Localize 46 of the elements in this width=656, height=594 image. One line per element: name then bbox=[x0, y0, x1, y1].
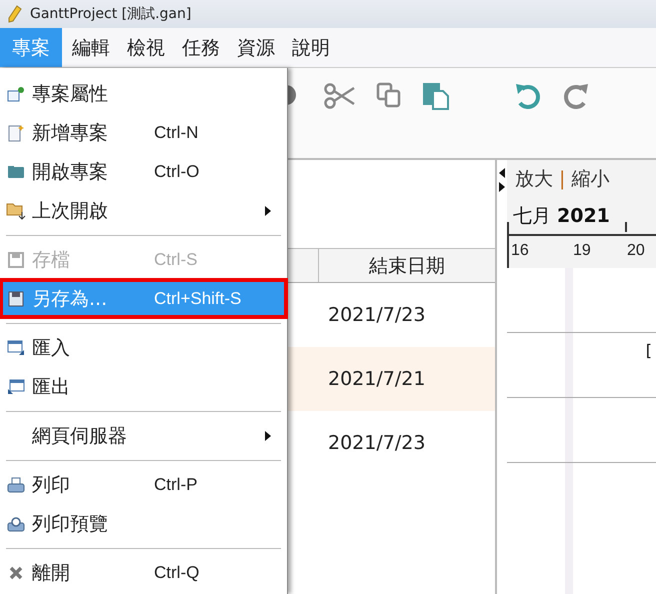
new-document-icon bbox=[8, 124, 24, 142]
paste-icon[interactable] bbox=[422, 82, 450, 110]
menu-item[interactable]: 匯出 bbox=[0, 367, 287, 406]
menu-item[interactable]: 任務 bbox=[175, 28, 227, 67]
printer-icon bbox=[7, 476, 25, 492]
menu-item[interactable]: 網頁伺服器 bbox=[0, 416, 287, 455]
day-label: 20 bbox=[627, 242, 645, 260]
menu-item[interactable]: 開啟專案 Ctrl-O bbox=[0, 152, 287, 191]
axis-tick bbox=[625, 222, 627, 232]
menu-item[interactable]: 上次開啟 bbox=[0, 191, 287, 230]
menu-item[interactable]: 離開 Ctrl-Q bbox=[0, 553, 287, 592]
copy-icon[interactable] bbox=[376, 82, 402, 108]
submenu-arrow-icon bbox=[265, 206, 271, 216]
window-arrow-icon bbox=[7, 340, 25, 356]
bar-marker: [ bbox=[646, 341, 652, 360]
year-label: 2021 bbox=[557, 205, 610, 227]
column-header[interactable]: 結束日期 bbox=[319, 249, 495, 282]
zoom-in-link[interactable]: 放大 bbox=[515, 166, 553, 192]
menu-item[interactable]: 新增專案 Ctrl-N bbox=[0, 113, 287, 152]
day-label: 16 bbox=[511, 242, 529, 260]
menu-item[interactable]: 匯入 bbox=[0, 328, 287, 367]
table-cell: 2021/7/21 bbox=[328, 368, 426, 390]
menu-item[interactable]: 編輯 bbox=[65, 28, 117, 67]
window-pin-icon bbox=[7, 86, 25, 102]
menu-item[interactable]: 列印預覽 bbox=[0, 504, 287, 543]
menu-item[interactable]: 專案屬性 bbox=[0, 74, 287, 113]
scissors-icon[interactable] bbox=[324, 82, 356, 110]
menu-item[interactable]: 檢視 bbox=[120, 28, 172, 67]
window-title: GanttProject [測試.gan] bbox=[30, 5, 192, 23]
menu-item[interactable]: 列印 Ctrl-P bbox=[0, 465, 287, 504]
separator-text: | bbox=[559, 168, 566, 190]
collapse-arrows-icon[interactable] bbox=[499, 168, 505, 192]
close-icon bbox=[9, 566, 23, 580]
redo-icon[interactable] bbox=[562, 82, 590, 110]
folder-arrow-icon bbox=[6, 202, 26, 220]
pencil-icon bbox=[8, 5, 22, 23]
folder-icon bbox=[7, 164, 25, 178]
window-arrow-icon bbox=[7, 378, 25, 394]
submenu-arrow-icon bbox=[265, 431, 271, 441]
printer-magnifier-icon bbox=[7, 516, 25, 532]
month-label: 七月 bbox=[513, 204, 551, 229]
undo-icon[interactable] bbox=[514, 82, 542, 110]
menu-item[interactable]: 資源 bbox=[230, 28, 282, 67]
menu-item[interactable]: 說明 bbox=[285, 28, 337, 67]
zoom-out-link[interactable]: 縮小 bbox=[571, 166, 610, 192]
day-label: 19 bbox=[573, 242, 591, 260]
